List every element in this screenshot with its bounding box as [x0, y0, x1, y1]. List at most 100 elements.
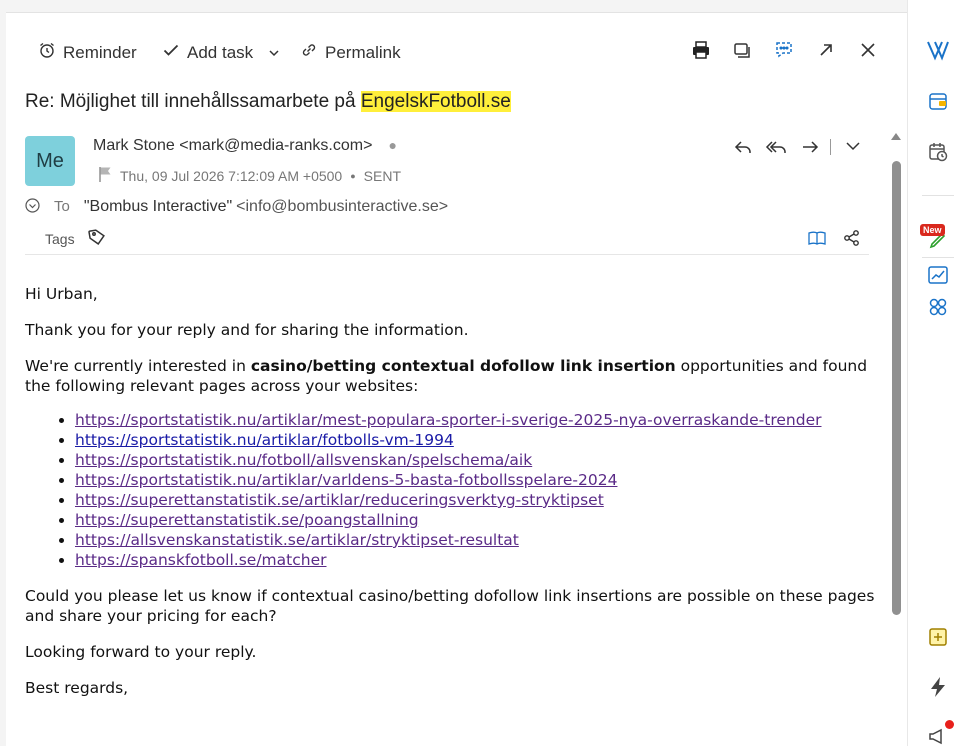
right-sidebar: New	[907, 0, 967, 746]
link[interactable]: https://superettanstatistik.se/artiklar/…	[75, 491, 604, 509]
add-note-button[interactable]	[925, 626, 951, 652]
print-button[interactable]	[688, 39, 714, 65]
checkmark-icon	[162, 41, 180, 64]
recipient-line: To "Bombus Interactive" <info@bombusinte…	[25, 195, 448, 218]
scrollbar-thumb[interactable]	[892, 161, 901, 615]
separator-dot: ●	[388, 137, 397, 153]
notebook-icon	[927, 90, 949, 117]
greeting: Hi Urban,	[25, 285, 98, 303]
puzzle-icon	[927, 296, 949, 323]
analytics-app-button[interactable]	[925, 264, 951, 290]
open-new-window-button[interactable]	[729, 39, 755, 65]
paragraph-4: Looking forward to your reply.	[25, 643, 257, 661]
add-task-dropdown[interactable]	[268, 44, 280, 64]
lightning-icon	[928, 676, 948, 703]
email-toolbar: Reminder Add task Permalink	[6, 35, 907, 69]
paragraph-5: Best regards,	[25, 679, 129, 697]
link[interactable]: https://allsvenskanstatistik.se/artiklar…	[75, 531, 519, 549]
add-square-icon	[927, 626, 949, 653]
integrations-app-button[interactable]	[925, 296, 951, 322]
avatar[interactable]: Me	[25, 136, 75, 186]
share-icon	[843, 230, 861, 251]
permalink-button[interactable]: Permalink	[300, 41, 401, 64]
reply-button[interactable]	[733, 137, 753, 162]
chevron-down-icon	[268, 44, 280, 64]
sidebar-divider	[922, 257, 954, 258]
reply-all-button[interactable]	[765, 137, 787, 162]
megaphone-icon	[927, 725, 949, 752]
more-actions-button[interactable]	[844, 137, 862, 160]
recipient-address[interactable]: <info@bombusinteractive.se>	[236, 198, 448, 216]
calendar-clock-icon	[927, 141, 949, 168]
notifications-button[interactable]	[925, 725, 951, 751]
share-button[interactable]	[843, 229, 861, 252]
comment-button[interactable]	[771, 39, 797, 65]
pop-out-button[interactable]	[813, 39, 839, 65]
list-item: https://sportstatistik.nu/artiklar/mest-…	[75, 410, 875, 430]
new-badge: New	[920, 224, 945, 236]
link[interactable]: https://superettanstatistik.se/poangstal…	[75, 511, 419, 529]
email-pane: Reminder Add task Permalink Re: Möjlighe…	[6, 13, 907, 746]
quick-actions-button[interactable]	[925, 676, 951, 702]
to-label: To	[54, 198, 70, 215]
tags-label: Tags	[45, 230, 75, 247]
link-list: https://sportstatistik.nu/artiklar/mest-…	[25, 410, 875, 570]
date-line: Thu, 09 Jul 2026 7:12:09 AM +0500 ● SENT	[98, 166, 401, 185]
list-item: https://sportstatistik.nu/artiklar/fotbo…	[75, 430, 875, 450]
subject-text: Re: Möjlighet till innehållssamarbete på	[25, 91, 361, 112]
forward-button[interactable]	[800, 137, 820, 162]
reply-icon	[733, 141, 753, 161]
reminder-button[interactable]: Reminder	[38, 41, 137, 64]
subject-highlight: EngelskFotboll.se	[360, 91, 511, 112]
add-task-button[interactable]: Add task	[162, 41, 253, 64]
top-strip	[0, 0, 907, 13]
brand-app-button[interactable]	[925, 39, 951, 65]
scroll-up-icon[interactable]	[889, 130, 903, 142]
flag-icon[interactable]	[98, 166, 112, 185]
chevron-down-icon	[844, 142, 862, 159]
list-item: https://sportstatistik.nu/artiklar/varld…	[75, 470, 875, 490]
close-button[interactable]	[855, 39, 881, 65]
add-task-label: Add task	[187, 42, 254, 62]
header-divider	[25, 254, 869, 255]
link[interactable]: https://sportstatistik.nu/artiklar/mest-…	[75, 411, 822, 429]
tags-row: Tags	[45, 227, 107, 250]
arrow-up-right-icon	[817, 41, 835, 64]
printer-icon	[691, 40, 711, 65]
link[interactable]: https://spanskfotboll.se/matcher	[75, 551, 327, 569]
list-item: https://spanskfotboll.se/matcher	[75, 550, 875, 570]
chart-icon	[927, 264, 949, 291]
window-icon	[732, 40, 752, 65]
close-icon	[859, 41, 877, 64]
action-divider	[830, 139, 831, 155]
permalink-label: Permalink	[325, 42, 401, 62]
link-icon	[300, 41, 318, 64]
reminder-label: Reminder	[63, 42, 137, 62]
expand-recipients-icon[interactable]	[25, 198, 40, 218]
reading-mode-button[interactable]	[807, 229, 827, 252]
brand-logo-icon	[926, 39, 950, 66]
arrow-right-icon	[800, 141, 820, 161]
paragraph-1: Thank you for your reply and for sharing…	[25, 321, 469, 339]
notification-dot	[945, 720, 954, 729]
p2-bold: casino/betting contextual dofollow link …	[250, 357, 676, 375]
calendar-app-button[interactable]	[925, 141, 951, 167]
list-item: https://sportstatistik.nu/fotboll/allsve…	[75, 450, 875, 470]
link[interactable]: https://sportstatistik.nu/artiklar/fotbo…	[75, 431, 454, 449]
notes-app-button[interactable]	[925, 90, 951, 116]
email-date: Thu, 09 Jul 2026 7:12:09 AM +0500	[120, 167, 343, 184]
link[interactable]: https://sportstatistik.nu/artiklar/varld…	[75, 471, 617, 489]
p2-before: We're currently interested in	[25, 357, 251, 375]
sender[interactable]: Mark Stone <mark@media-ranks.com> ●	[93, 137, 397, 155]
tag-icon[interactable]	[87, 227, 107, 250]
email-subject: Re: Möjlighet till innehållssamarbete på…	[25, 91, 511, 113]
status-dot: ●	[350, 170, 356, 181]
comment-icon	[774, 40, 794, 65]
sender-text: Mark Stone <mark@media-ranks.com>	[93, 137, 373, 154]
list-item: https://superettanstatistik.se/poangstal…	[75, 510, 875, 530]
recipient-name[interactable]: "Bombus Interactive"	[84, 198, 232, 216]
paragraph-2: We're currently interested in casino/bet…	[25, 356, 875, 396]
link[interactable]: https://sportstatistik.nu/fotboll/allsve…	[75, 451, 532, 469]
sidebar-divider	[922, 195, 954, 196]
email-body: Hi Urban, Thank you for your reply and f…	[25, 284, 875, 714]
